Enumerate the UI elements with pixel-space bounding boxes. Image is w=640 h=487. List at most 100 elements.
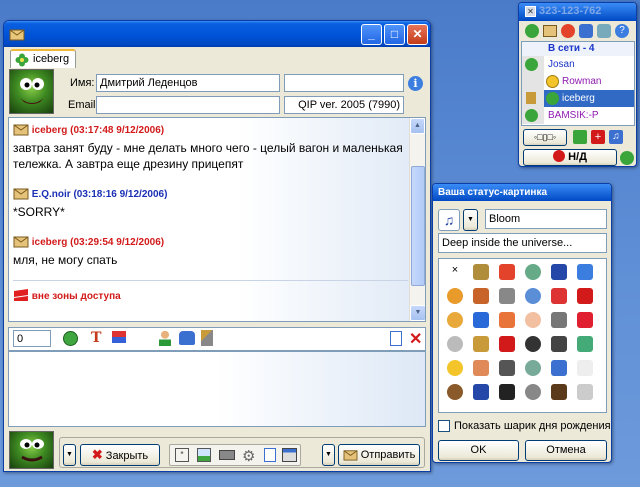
- star-icon[interactable]: [447, 360, 463, 376]
- contact-item-selected[interactable]: iceberg: [522, 90, 634, 107]
- settings-icon[interactable]: ⚙: [242, 447, 255, 465]
- help-tool-icon[interactable]: ?: [615, 24, 629, 38]
- binoculars-icon[interactable]: [499, 288, 515, 304]
- selected-icon-button[interactable]: ♫: [438, 209, 460, 231]
- send-button[interactable]: Отправить: [338, 444, 420, 466]
- people-icon[interactable]: [577, 336, 593, 352]
- options-tool-icon[interactable]: [597, 24, 611, 38]
- counter-field: 0: [13, 330, 51, 347]
- smile-icon[interactable]: [63, 331, 78, 346]
- window-icon[interactable]: [282, 448, 297, 462]
- send-menu-arrow[interactable]: ▼: [322, 444, 335, 466]
- grad-icon[interactable]: [499, 384, 515, 400]
- email-field[interactable]: [96, 96, 280, 114]
- sleepy-icon[interactable]: [447, 288, 463, 304]
- scroll-thumb[interactable]: [411, 166, 425, 286]
- history-icon[interactable]: [390, 331, 402, 346]
- close-chat-button[interactable]: ✖ Закрыть: [80, 444, 160, 466]
- show-offline-icon[interactable]: [573, 130, 587, 144]
- scroll-up-button[interactable]: ▲: [410, 118, 425, 134]
- contact-list-titlebar[interactable]: 323-123-762 ✕: [519, 3, 636, 21]
- sheep-icon[interactable]: [577, 360, 593, 376]
- clear-icon[interactable]: ✕: [409, 329, 422, 349]
- send-file-icon[interactable]: [264, 448, 276, 462]
- main-menu-button[interactable]: ◦□▯□◦: [523, 129, 567, 146]
- contact-icon[interactable]: [159, 331, 171, 346]
- pencil-icon[interactable]: [525, 288, 541, 304]
- text-format-icon[interactable]: T: [91, 330, 101, 346]
- add-contact-icon[interactable]: +: [591, 130, 605, 144]
- message-tool-icon[interactable]: [543, 25, 557, 37]
- minimize-button[interactable]: _: [361, 24, 382, 45]
- chat-titlebar[interactable]: _ □ ✕: [4, 21, 430, 47]
- a-icon[interactable]: [551, 264, 567, 280]
- tools-icon[interactable]: [201, 330, 213, 346]
- contact-item[interactable]: Rowman: [522, 73, 634, 90]
- group-header[interactable]: В сети - 4: [522, 42, 634, 56]
- quote-icon[interactable]: “: [175, 448, 189, 462]
- tab-iceberg[interactable]: iceberg: [10, 49, 76, 68]
- close-menu-arrow[interactable]: ▼: [63, 444, 76, 466]
- message-history[interactable]: iceberg (03:17:48 9/12/2006) завтра заня…: [8, 117, 426, 322]
- message-input[interactable]: [8, 351, 426, 427]
- smoke-icon[interactable]: [525, 384, 541, 400]
- burger-icon[interactable]: [473, 288, 489, 304]
- mouse-icon[interactable]: [525, 360, 541, 376]
- name-field[interactable]: Дмитрий Леденцов: [96, 74, 280, 92]
- bag-icon[interactable]: [499, 264, 515, 280]
- message-3: iceberg (03:29:54 9/12/2006) мля, не мог…: [13, 234, 408, 268]
- keyboard-icon[interactable]: [219, 450, 235, 460]
- close-window-button[interactable]: ✕: [407, 24, 428, 45]
- contact-item[interactable]: Josan: [522, 56, 634, 73]
- gamepad-icon[interactable]: [551, 312, 567, 328]
- flower-status-icon: [525, 109, 538, 122]
- heart-icon[interactable]: [577, 312, 593, 328]
- status-button[interactable]: Н/Д: [523, 149, 617, 166]
- telephone-icon[interactable]: [179, 331, 195, 345]
- cart-icon[interactable]: [525, 264, 541, 280]
- history-scrollbar[interactable]: ▲ ▼: [409, 118, 425, 321]
- flower-status-icon: [15, 53, 29, 67]
- help-icon[interactable]: [577, 264, 593, 280]
- angry-icon[interactable]: [499, 312, 515, 328]
- ok-button[interactable]: OK: [438, 440, 519, 461]
- contact-item[interactable]: BAMSIK:-P: [522, 107, 634, 124]
- anchor-icon[interactable]: [499, 360, 515, 376]
- wizard-icon[interactable]: [525, 336, 541, 352]
- info-icon[interactable]: i: [408, 76, 423, 91]
- search-tool-icon[interactable]: [561, 24, 575, 38]
- close-icon[interactable]: ×: [447, 264, 463, 280]
- music-icon[interactable]: [473, 384, 489, 400]
- phone-icon[interactable]: [499, 336, 515, 352]
- face-icon[interactable]: [447, 312, 463, 328]
- hourglass-icon[interactable]: [473, 264, 489, 280]
- alarm-tool-icon[interactable]: [579, 24, 593, 38]
- contact-list-close-button[interactable]: ✕: [525, 6, 536, 17]
- flower-tool-icon[interactable]: [525, 24, 539, 38]
- book-icon[interactable]: [577, 384, 593, 400]
- mug-icon[interactable]: [447, 384, 463, 400]
- dialog-titlebar[interactable]: Ваша статус-картинка: [433, 184, 611, 201]
- mobile-icon[interactable]: [551, 336, 567, 352]
- extra-field[interactable]: [284, 74, 404, 92]
- image-icon[interactable]: [197, 448, 211, 462]
- cancel-button[interactable]: Отмена: [525, 440, 607, 461]
- flag-icon[interactable]: [577, 288, 593, 304]
- cocktail-icon[interactable]: [473, 360, 489, 376]
- cake-icon[interactable]: [525, 312, 541, 328]
- cup-icon[interactable]: [473, 336, 489, 352]
- pen-icon[interactable]: [551, 384, 567, 400]
- ghost-icon[interactable]: [447, 336, 463, 352]
- maximize-button[interactable]: □: [384, 24, 405, 45]
- flower-status-icon[interactable]: [620, 151, 634, 165]
- tv-icon[interactable]: [473, 312, 489, 328]
- flag-icon[interactable]: [112, 331, 126, 343]
- sound-icon[interactable]: ♫: [609, 130, 623, 144]
- icon-dropdown-arrow[interactable]: ▼: [463, 209, 478, 231]
- status-text-field[interactable]: Deep inside the universe...: [438, 233, 607, 253]
- status-name-field[interactable]: Bloom: [485, 209, 607, 229]
- scroll-down-button[interactable]: ▼: [410, 305, 425, 321]
- drink-icon[interactable]: [551, 360, 567, 376]
- rocket-icon[interactable]: [551, 288, 567, 304]
- birthday-checkbox[interactable]: [438, 420, 450, 432]
